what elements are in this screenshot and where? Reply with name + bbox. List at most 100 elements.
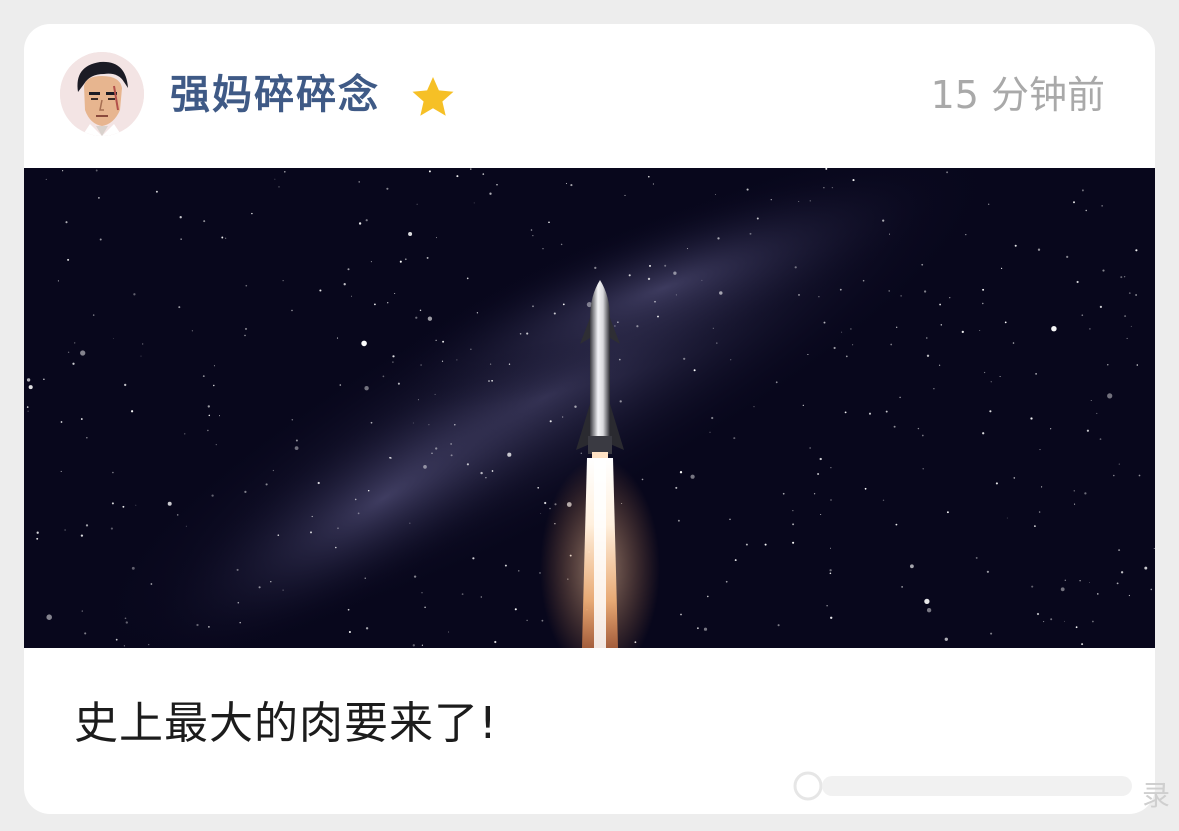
star xyxy=(830,616,833,619)
star xyxy=(1116,582,1119,585)
star xyxy=(628,274,631,277)
star xyxy=(347,608,350,611)
star xyxy=(485,477,487,479)
star xyxy=(435,447,438,450)
star xyxy=(335,546,337,549)
star xyxy=(664,264,667,267)
star xyxy=(1085,209,1087,212)
star xyxy=(491,470,494,472)
star xyxy=(1118,549,1121,552)
star xyxy=(178,306,181,309)
star xyxy=(686,248,689,250)
star xyxy=(417,399,419,401)
star xyxy=(84,632,87,635)
star xyxy=(921,434,924,437)
star xyxy=(1126,337,1128,339)
avatar[interactable] xyxy=(60,52,144,136)
star xyxy=(431,452,433,454)
star xyxy=(518,570,520,572)
star xyxy=(239,621,241,624)
star xyxy=(792,523,795,526)
star xyxy=(1135,249,1138,252)
star xyxy=(347,268,350,271)
star xyxy=(594,266,597,270)
star xyxy=(657,315,659,318)
star xyxy=(1120,276,1123,279)
star xyxy=(98,197,100,199)
star xyxy=(258,586,261,589)
star xyxy=(549,420,552,423)
star xyxy=(926,354,930,357)
star xyxy=(817,472,820,476)
star xyxy=(112,471,114,474)
star xyxy=(426,256,429,259)
star xyxy=(734,559,737,562)
star xyxy=(357,512,360,515)
star xyxy=(680,613,682,616)
star xyxy=(544,501,547,505)
star xyxy=(448,631,450,633)
star xyxy=(74,342,76,344)
star xyxy=(965,234,967,236)
star xyxy=(1084,492,1087,495)
star xyxy=(641,478,644,481)
star xyxy=(712,327,714,329)
rocket-launch-image[interactable] xyxy=(24,168,1155,648)
star xyxy=(374,303,376,306)
star xyxy=(542,248,544,250)
star xyxy=(480,596,482,598)
star xyxy=(26,378,31,382)
star xyxy=(1012,342,1015,344)
star xyxy=(825,168,828,170)
star xyxy=(1051,325,1057,332)
star xyxy=(404,258,407,261)
star xyxy=(133,293,136,296)
star xyxy=(92,314,95,316)
star xyxy=(526,332,529,335)
star xyxy=(80,350,86,356)
star xyxy=(944,637,948,641)
star xyxy=(807,353,809,356)
star xyxy=(890,343,893,346)
star xyxy=(272,469,275,472)
star xyxy=(794,266,797,269)
author-name[interactable]: 强妈碎碎念 xyxy=(170,68,380,122)
star xyxy=(1073,490,1075,492)
star xyxy=(852,179,855,182)
star xyxy=(125,621,128,624)
star xyxy=(798,200,800,203)
star xyxy=(990,632,993,635)
star xyxy=(553,312,556,315)
star xyxy=(818,296,820,298)
star xyxy=(537,486,540,489)
star xyxy=(135,504,137,506)
star xyxy=(532,305,534,308)
post-card[interactable]: 强妈碎碎念 15 分钟前 史上最大的肉要来了! xyxy=(24,24,1155,814)
star xyxy=(541,619,544,622)
star xyxy=(450,454,453,457)
star xyxy=(488,380,490,382)
weibo-logo-icon xyxy=(788,766,1158,806)
star xyxy=(1035,373,1037,375)
star xyxy=(1006,517,1008,519)
star xyxy=(636,325,639,328)
star xyxy=(1135,294,1137,296)
star xyxy=(756,217,759,220)
star xyxy=(782,492,785,495)
star xyxy=(693,369,696,372)
star xyxy=(679,471,683,474)
star xyxy=(72,362,75,365)
star xyxy=(938,364,941,366)
star xyxy=(1136,364,1139,366)
star xyxy=(435,339,437,341)
star xyxy=(829,569,832,572)
star xyxy=(361,340,367,347)
star xyxy=(185,525,187,527)
star xyxy=(28,385,33,390)
star xyxy=(496,184,498,186)
star xyxy=(382,375,385,378)
star xyxy=(409,522,411,524)
star xyxy=(1081,314,1084,317)
star xyxy=(986,570,990,573)
star xyxy=(882,219,885,222)
